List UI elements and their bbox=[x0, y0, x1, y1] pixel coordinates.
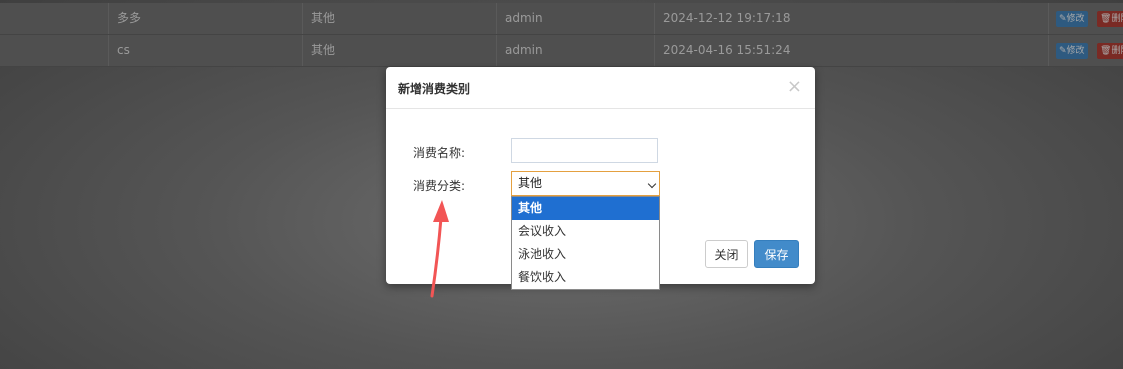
annotation-arrow-icon bbox=[430, 200, 449, 298]
